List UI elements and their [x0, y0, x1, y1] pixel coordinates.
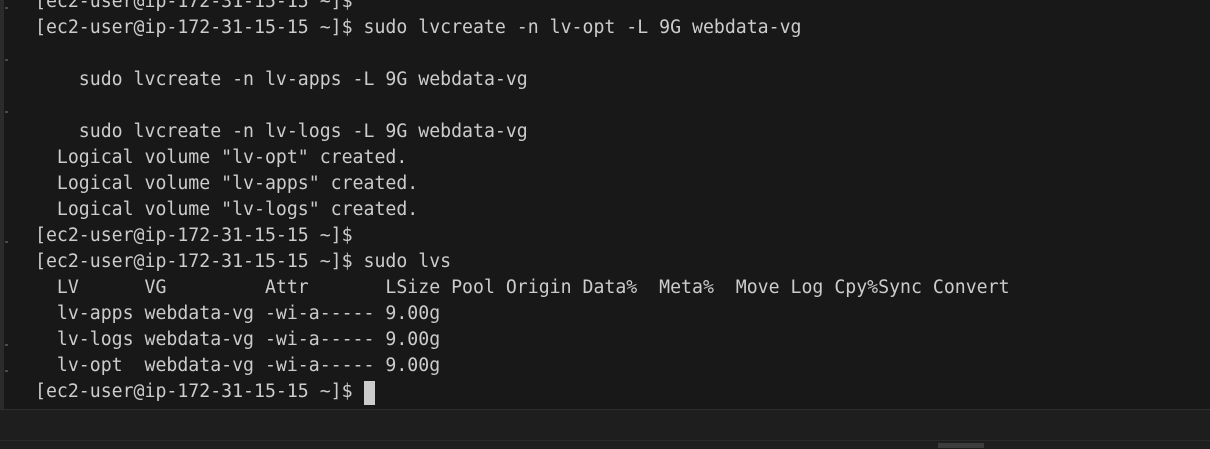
gutter-mark [5, 344, 8, 346]
terminal-line: [ec2-user@ip-172-31-15-15 ~]$ sudo lvs [35, 251, 452, 272]
gutter-mark [5, 241, 8, 243]
terminal-prompt-line: [ec2-user@ip-172-31-15-15 ~]$ [35, 381, 364, 402]
terminal-window[interactable]: [ec2-user@ip-172-31-15-15 ~]$ [ec2-user@… [0, 0, 1210, 409]
terminal-cursor [364, 381, 375, 405]
scrollbar-thumb[interactable] [938, 443, 984, 448]
gutter-mark [5, 59, 8, 61]
terminal-left-border [0, 0, 4, 409]
terminal-line: sudo lvcreate -n lv-apps -L 9G webdata-v… [35, 69, 528, 90]
terminal-line: [ec2-user@ip-172-31-15-15 ~]$ [35, 0, 353, 12]
terminal-line: [ec2-user@ip-172-31-15-15 ~]$ [35, 225, 353, 246]
gutter-mark [5, 370, 8, 372]
terminal-line: Logical volume "lv-apps" created. [35, 173, 419, 194]
terminal-line: lv-apps webdata-vg -wi-a----- 9.00g [35, 303, 441, 324]
gutter-mark [5, 111, 8, 113]
terminal-line: sudo lvcreate -n lv-logs -L 9G webdata-v… [35, 121, 528, 142]
terminal-line: lv-logs webdata-vg -wi-a----- 9.00g [35, 329, 441, 350]
terminal-line: lv-opt webdata-vg -wi-a----- 9.00g [35, 355, 441, 376]
terminal-line: LV VG Attr LSize Pool Origin Data% Meta%… [35, 277, 1010, 298]
gutter-mark [5, 7, 8, 9]
terminal-line: Logical volume "lv-opt" created. [35, 147, 408, 168]
terminal-line: Logical volume "lv-logs" created. [35, 199, 419, 220]
terminal-line: [ec2-user@ip-172-31-15-15 ~]$ sudo lvcre… [35, 17, 802, 38]
gutter-decorations [5, 0, 8, 409]
